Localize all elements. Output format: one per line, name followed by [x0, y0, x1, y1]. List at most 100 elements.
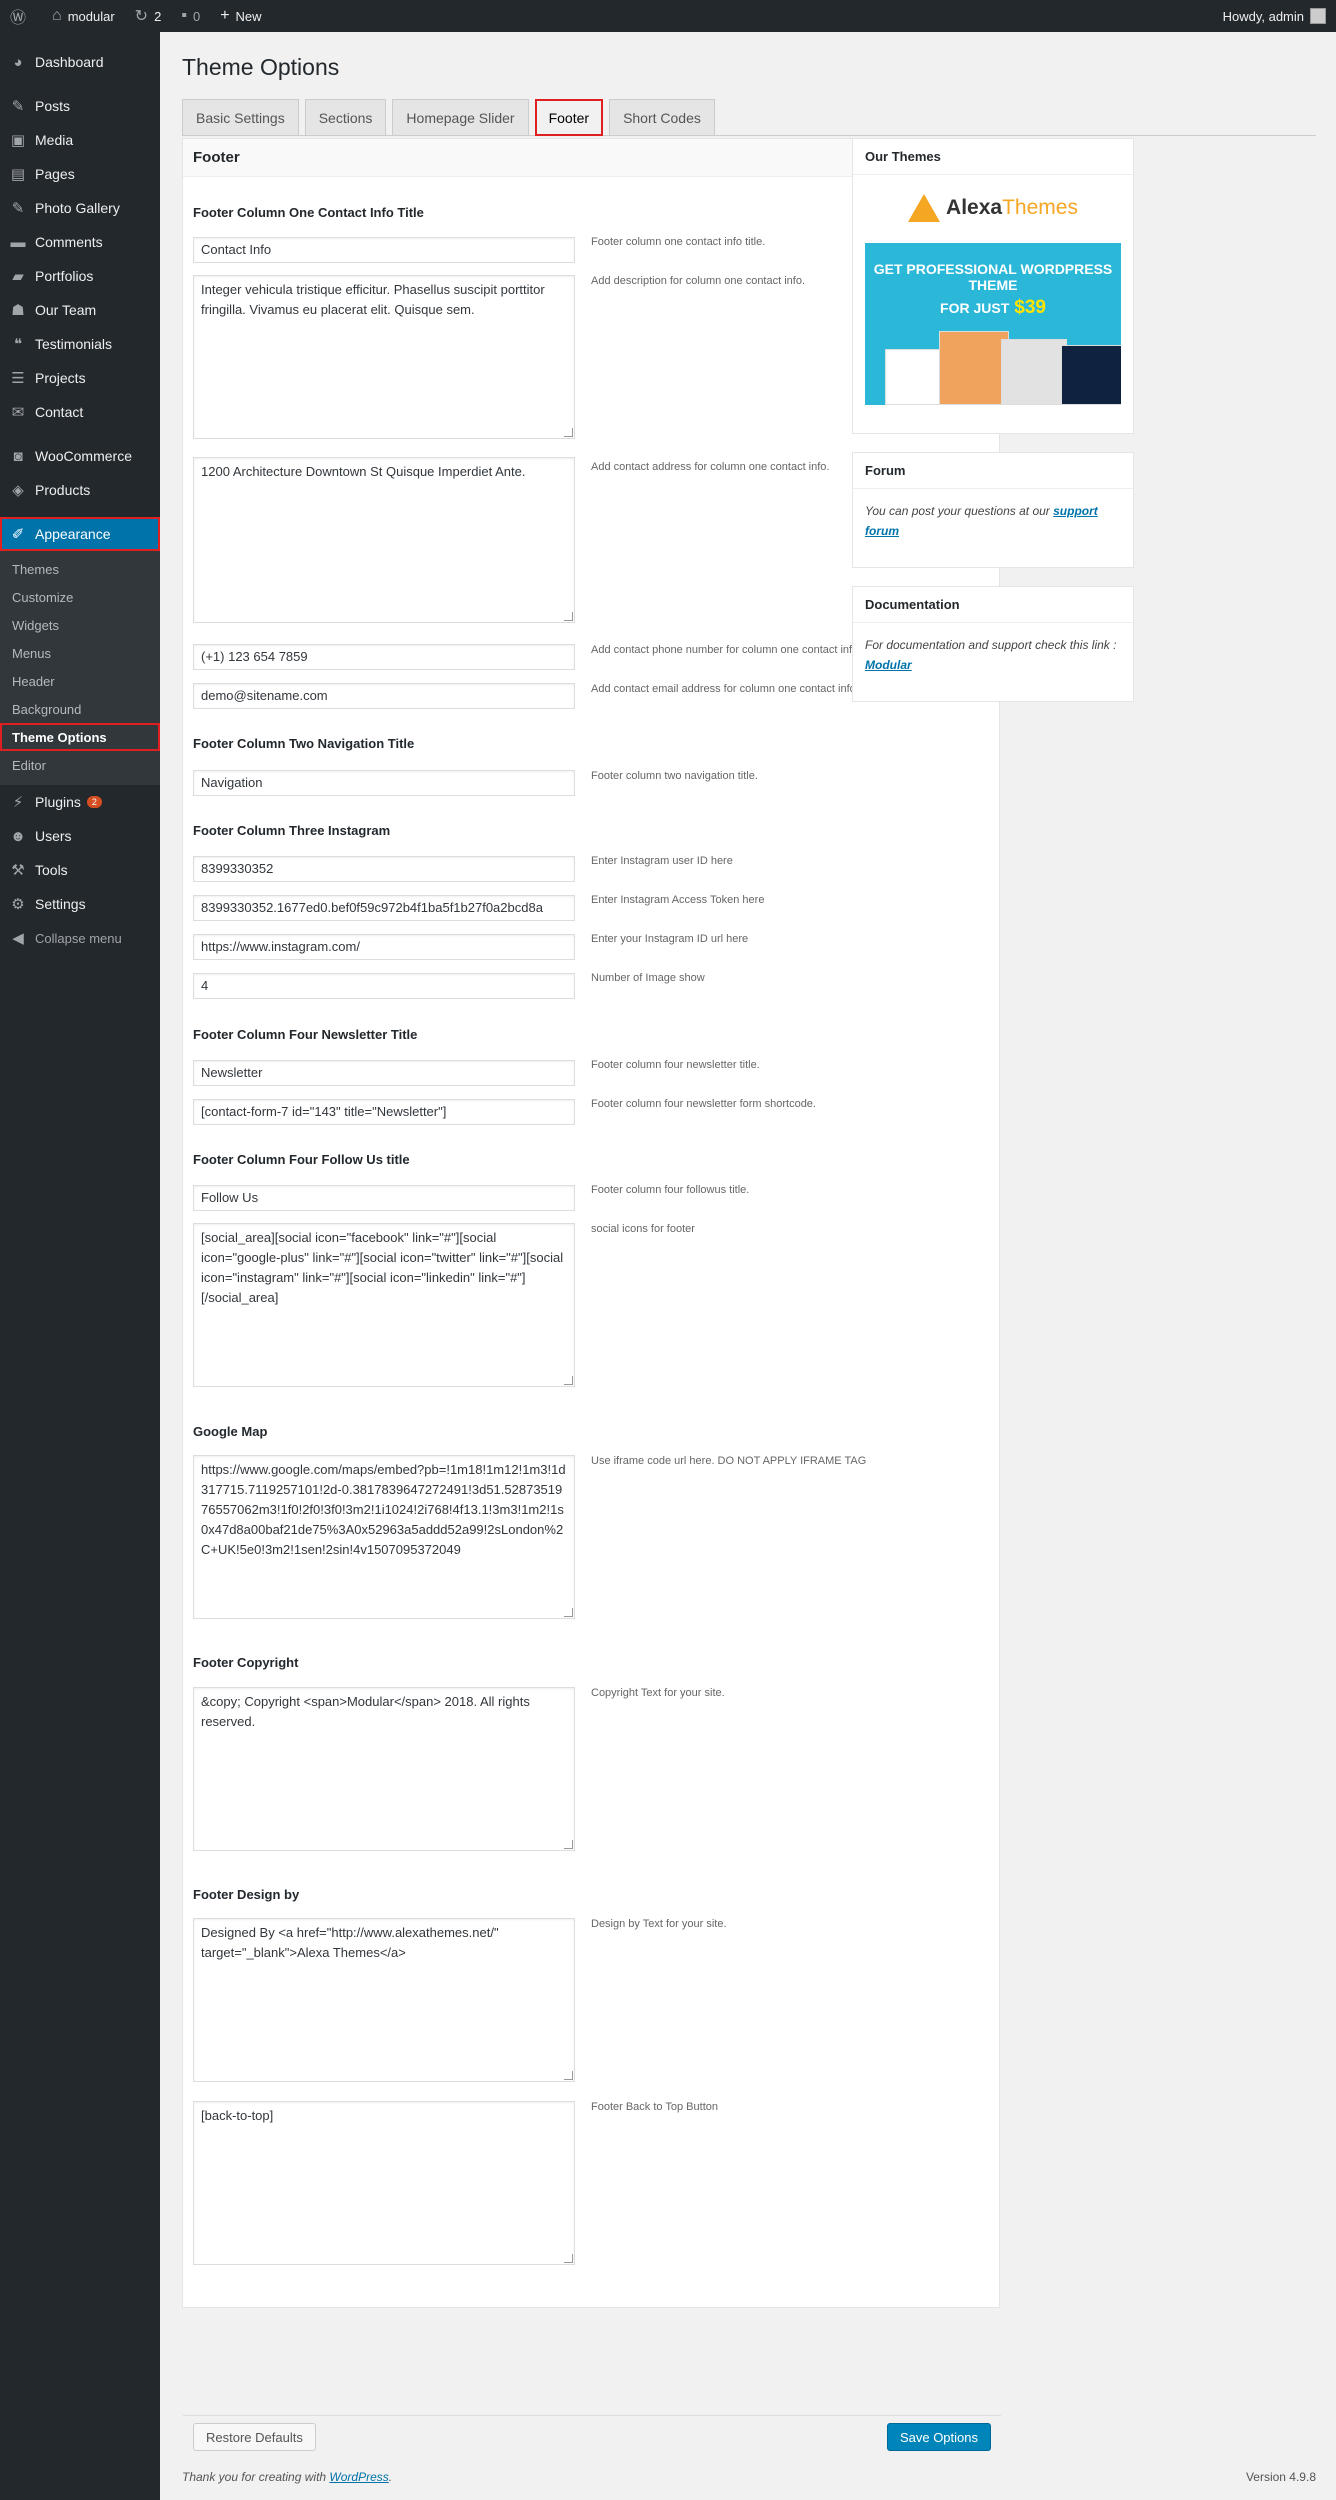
panel-footer: Restore Defaults Save Options: [183, 2415, 1001, 2459]
wordpress-link[interactable]: WordPress: [329, 2470, 388, 2484]
quote-icon: ❝: [13, 336, 23, 353]
contact-email-input[interactable]: demo@sitename.com: [193, 683, 575, 709]
tab-homepage-slider[interactable]: Homepage Slider: [392, 99, 529, 135]
contact-description-textarea[interactable]: Integer vehicula tristique efficitur. Ph…: [193, 275, 575, 439]
field-description: Enter Instagram user ID here: [591, 855, 733, 867]
menu-dashboard[interactable]: ◕ Dashboard: [0, 45, 160, 79]
tab-sections[interactable]: Sections: [304, 99, 387, 135]
menu-plugins[interactable]: ⚡ Plugins 2: [0, 785, 160, 819]
home-icon: ⌂: [52, 7, 62, 24]
submenu-customize[interactable]: Customize: [0, 583, 160, 611]
comments-link[interactable]: ▪ 0: [171, 0, 210, 32]
back-to-top-textarea[interactable]: [back-to-top]: [193, 2101, 575, 2265]
wp-version: Version 4.9.8: [1245, 2470, 1316, 2484]
field-description: Add contact address for column one conta…: [591, 461, 830, 473]
google-map-textarea[interactable]: https://www.google.com/maps/embed?pb=!1m…: [193, 1455, 575, 1619]
save-options-button[interactable]: Save Options: [886, 2423, 991, 2451]
menu-portfolios[interactable]: ▰ Portfolios: [0, 259, 160, 293]
section-title: Footer Design by: [193, 1887, 300, 1902]
field-description: Add contact email address for column one…: [591, 683, 859, 695]
documentation-widget: Documentation For documentation and supp…: [852, 586, 1134, 702]
submenu-theme-options[interactable]: Theme Options: [0, 723, 160, 751]
admin-sidebar: ◕ Dashboard ✎ Posts ▣ Media ▤ Pages ✎ Photo G…: [0, 32, 160, 2500]
menu-comments[interactable]: ▬ Comments: [0, 225, 160, 259]
avatar: [1310, 8, 1326, 24]
settings-icon: ⚙: [11, 896, 25, 913]
section-title: Footer Column Four Newsletter Title: [193, 1027, 418, 1042]
our-themes-widget: Our Themes Alexa Themes GET PROFESSIONAL …: [852, 138, 1134, 434]
newsletter-title-input[interactable]: Newsletter: [193, 1060, 575, 1086]
collapse-menu-button[interactable]: ◀ Collapse menu: [0, 921, 160, 955]
field-description: Enter your Instagram ID url here: [591, 933, 749, 945]
field-description: Footer Back to Top Button: [591, 2101, 718, 2113]
account-menu[interactable]: Howdy, admin: [1223, 8, 1336, 24]
pin-icon: ✎: [11, 98, 25, 115]
forum-widget: Forum You can post your questions at our…: [852, 452, 1134, 568]
menu-photo-gallery[interactable]: ✎ Photo Gallery: [0, 191, 160, 225]
submenu-menus[interactable]: Menus: [0, 639, 160, 667]
new-content-link[interactable]: + New: [210, 0, 271, 32]
themes-banner[interactable]: Alexa Themes GET PROFESSIONAL WORDPRESS T…: [853, 175, 1133, 413]
appearance-submenu: Themes Customize Widgets Menus Header Ba…: [0, 551, 160, 785]
field-description: Footer column two navigation title.: [591, 770, 758, 782]
design-by-textarea[interactable]: Designed By <a href="http://www.alexathe…: [193, 1918, 575, 2082]
contact-phone-input[interactable]: (+1) 123 654 7859: [193, 644, 575, 670]
instagram-user-id-input[interactable]: 8399330352: [193, 856, 575, 882]
restore-defaults-button[interactable]: Restore Defaults: [193, 2423, 316, 2451]
menu-our-team[interactable]: ☗ Our Team: [0, 293, 160, 327]
widget-title: Forum: [853, 453, 1133, 489]
wordpress-logo-icon[interactable]: Ⓦ: [0, 0, 42, 32]
woo-icon: ◙: [13, 447, 23, 465]
field-description: Footer column four newsletter form short…: [591, 1098, 816, 1110]
instagram-image-count-input[interactable]: 4: [193, 973, 575, 999]
menu-testimonials[interactable]: ❝ Testimonials: [0, 327, 160, 361]
submenu-header[interactable]: Header: [0, 667, 160, 695]
comment-icon: ▬: [10, 233, 26, 251]
social-icons-textarea[interactable]: [social_area][social icon="facebook" lin…: [193, 1223, 575, 1387]
submenu-widgets[interactable]: Widgets: [0, 611, 160, 639]
copyright-textarea[interactable]: &copy; Copyright <span>Modular</span> 20…: [193, 1687, 575, 1851]
brush-icon: ✐: [11, 526, 25, 543]
refresh-icon: ↻: [134, 8, 149, 25]
tab-short-codes[interactable]: Short Codes: [609, 99, 715, 135]
menu-settings[interactable]: ⚙ Settings: [0, 887, 160, 921]
menu-posts[interactable]: ✎ Posts: [0, 89, 160, 123]
submenu-themes[interactable]: Themes: [0, 555, 160, 583]
folder-icon: ▰: [12, 268, 24, 285]
menu-tools[interactable]: ⚒ Tools: [0, 853, 160, 887]
field-description: Footer column four newsletter title.: [591, 1059, 760, 1071]
menu-appearance[interactable]: ✐ Appearance: [0, 517, 160, 551]
menu-pages[interactable]: ▤ Pages: [0, 157, 160, 191]
navigation-title-input[interactable]: Navigation: [193, 770, 575, 796]
tab-footer[interactable]: Footer: [534, 99, 604, 136]
collapse-icon: ◀: [12, 930, 24, 947]
instagram-token-input[interactable]: 8399330352.1677ed0.bef0f59c972b4f1ba5f1b…: [193, 895, 575, 921]
contact-title-input[interactable]: Contact Info: [193, 237, 575, 263]
tab-basic-settings[interactable]: Basic Settings: [182, 99, 299, 135]
site-name-link[interactable]: ⌂ modular: [42, 0, 125, 32]
field-description: Footer column four followus title.: [591, 1184, 750, 1196]
dashboard-icon: ◕: [13, 53, 23, 71]
menu-media[interactable]: ▣ Media: [0, 123, 160, 157]
section-title: Footer Column One Contact Info Title: [193, 205, 424, 220]
modular-docs-link[interactable]: Modular: [865, 658, 912, 672]
field-description: Copyright Text for your site.: [591, 1687, 725, 1699]
media-icon: ▣: [10, 132, 26, 149]
menu-products[interactable]: ◈ Products: [0, 473, 160, 507]
theme-screenshot-image: [885, 349, 945, 405]
updates-link[interactable]: ↻ 2: [125, 0, 172, 32]
menu-projects[interactable]: ☰ Projects: [0, 361, 160, 395]
menu-woocommerce[interactable]: ◙ WooCommerce: [0, 439, 160, 473]
logo-mark-icon: [908, 194, 941, 222]
theme-screenshot-image: [1001, 339, 1067, 405]
team-icon: ☗: [11, 302, 25, 319]
submenu-editor[interactable]: Editor: [0, 751, 160, 779]
instagram-url-input[interactable]: https://www.instagram.com/: [193, 934, 575, 960]
follow-us-title-input[interactable]: Follow Us: [193, 1185, 575, 1211]
menu-users[interactable]: ☻ Users: [0, 819, 160, 853]
menu-contact[interactable]: ✉ Contact: [0, 395, 160, 429]
newsletter-shortcode-input[interactable]: [contact-form-7 id="143" title="Newslett…: [193, 1099, 575, 1125]
contact-address-textarea[interactable]: 1200 Architecture Downtown St Quisque Im…: [193, 457, 575, 623]
submenu-background[interactable]: Background: [0, 695, 160, 723]
main-content: Theme Options Basic Settings Sections Ho…: [182, 32, 1316, 2459]
